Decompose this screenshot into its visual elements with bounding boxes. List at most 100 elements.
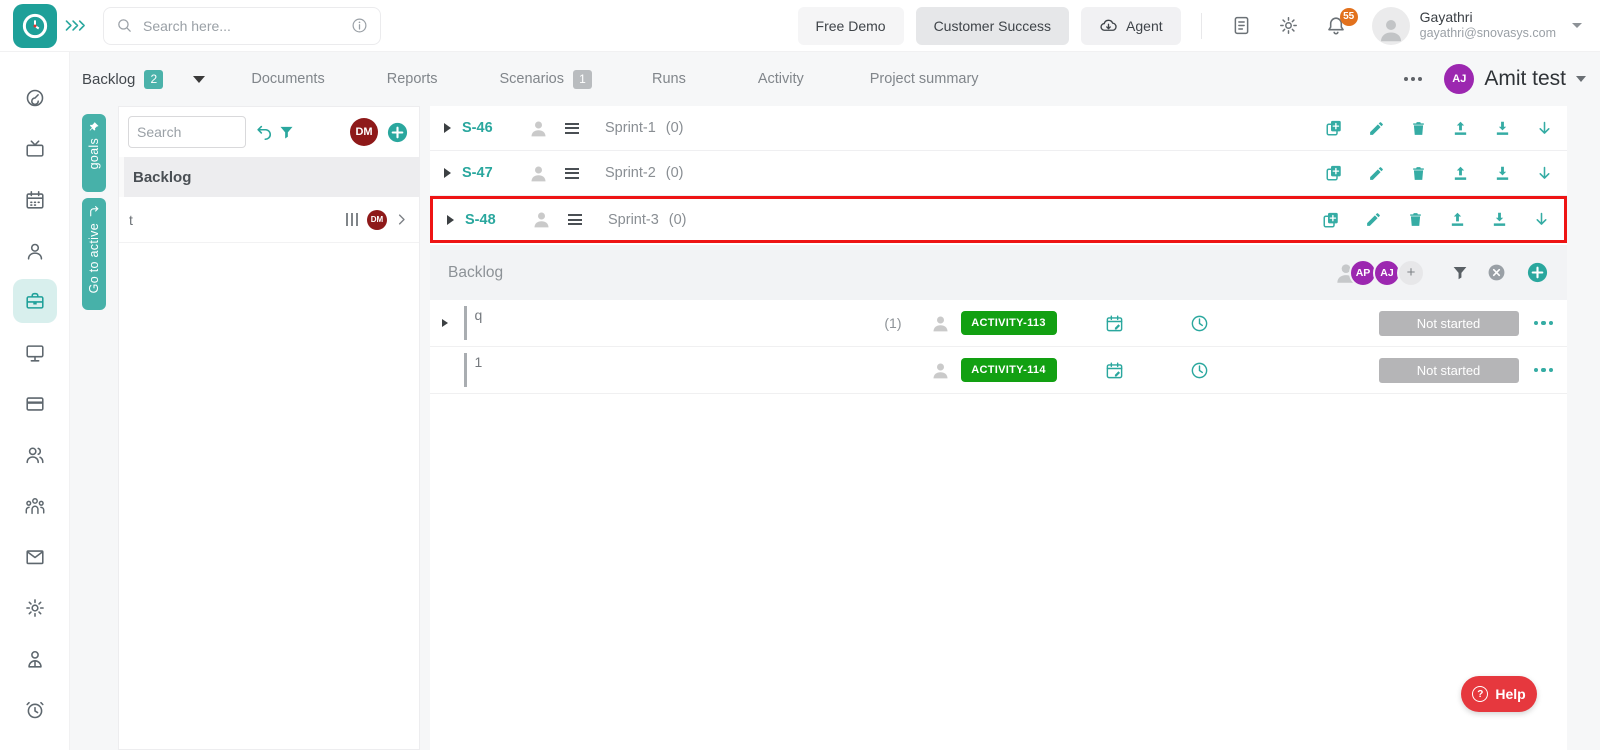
upload-icon[interactable]: [1452, 165, 1469, 182]
info-icon[interactable]: [351, 17, 368, 34]
project-name[interactable]: Amit test: [1484, 67, 1566, 91]
more-options-icon[interactable]: [1398, 71, 1428, 87]
sprint-row[interactable]: S-46 Sprint-1 (0): [430, 106, 1567, 151]
sprint-id[interactable]: S-48: [465, 212, 517, 228]
project-dropdown-caret-icon[interactable]: [1576, 76, 1586, 82]
agent-button[interactable]: Agent: [1081, 7, 1181, 45]
section-filter-funnel-icon[interactable]: [1451, 264, 1469, 282]
rail-mail-icon[interactable]: [13, 531, 57, 582]
drag-handle-icon[interactable]: [565, 123, 579, 134]
rail-card-icon[interactable]: [13, 378, 57, 429]
download-icon[interactable]: [1494, 120, 1511, 137]
tab-project-summary[interactable]: Project summary: [870, 71, 979, 87]
activity-row[interactable]: 1 ACTIVITY-114 Not started: [430, 347, 1567, 394]
add-activity-plus-icon[interactable]: [1526, 261, 1549, 284]
rail-dashboard-gauge-icon[interactable]: [13, 72, 57, 123]
time-clock-icon[interactable]: [1190, 314, 1209, 333]
expand-sprint-icon[interactable]: [444, 168, 451, 178]
document-icon[interactable]: [1231, 15, 1252, 36]
app-logo[interactable]: [13, 4, 57, 48]
backlog-list-item[interactable]: t DM: [119, 197, 419, 243]
clear-filter-icon[interactable]: [1487, 263, 1506, 282]
go-to-active-side-tab[interactable]: Go to active: [82, 198, 106, 310]
goals-side-tab[interactable]: goals: [82, 114, 106, 192]
move-down-arrow-icon[interactable]: [1536, 165, 1553, 182]
chevron-right-icon[interactable]: [394, 212, 409, 227]
backlog-dropdown-caret-icon[interactable]: [193, 76, 205, 83]
download-icon[interactable]: [1494, 165, 1511, 182]
settings-gear-icon[interactable]: [1278, 15, 1299, 36]
help-button[interactable]: ? Help: [1461, 676, 1537, 712]
tab-scenarios[interactable]: Scenarios 1: [500, 70, 592, 89]
expand-activity-icon[interactable]: [442, 319, 448, 327]
add-member-button[interactable]: +: [1397, 259, 1425, 287]
tab-backlog[interactable]: Backlog 2: [82, 70, 163, 89]
rail-projects-briefcase-icon[interactable]: [13, 279, 57, 323]
activity-title[interactable]: 1: [475, 354, 483, 370]
status-badge[interactable]: Not started: [1379, 358, 1519, 383]
owner-avatar[interactable]: DM: [350, 118, 378, 146]
project-avatar[interactable]: AJ: [1444, 64, 1474, 94]
rail-profile-icon[interactable]: [13, 633, 57, 684]
item-avatar[interactable]: DM: [367, 210, 387, 230]
filter-funnel-icon[interactable]: [278, 124, 295, 141]
drag-handle-icon[interactable]: [568, 214, 582, 225]
edit-pencil-icon[interactable]: [1368, 120, 1385, 137]
rail-alarm-icon[interactable]: [13, 684, 57, 735]
time-clock-icon[interactable]: [1190, 361, 1209, 380]
assignee-person-icon[interactable]: [531, 209, 552, 230]
tab-documents[interactable]: Documents: [251, 71, 324, 87]
assignee-person-icon[interactable]: [528, 163, 549, 184]
delete-trash-icon[interactable]: [1410, 165, 1427, 182]
edit-pencil-icon[interactable]: [1365, 211, 1382, 228]
duplicate-add-icon[interactable]: [1325, 119, 1343, 137]
upload-icon[interactable]: [1452, 120, 1469, 137]
rail-users-icon[interactable]: [13, 429, 57, 480]
panel-search-input[interactable]: [128, 116, 246, 148]
tab-activity[interactable]: Activity: [758, 71, 804, 87]
customer-success-button[interactable]: Customer Success: [916, 7, 1069, 45]
free-demo-button[interactable]: Free Demo: [798, 7, 904, 45]
delete-trash-icon[interactable]: [1407, 211, 1424, 228]
status-badge[interactable]: Not started: [1379, 311, 1519, 336]
kanban-columns-icon[interactable]: [346, 213, 359, 226]
schedule-calendar-icon[interactable]: [1105, 361, 1124, 380]
activity-id-badge[interactable]: ACTIVITY-114: [961, 358, 1057, 382]
rail-team-icon[interactable]: [13, 480, 57, 531]
expand-sprint-icon[interactable]: [447, 215, 454, 225]
duplicate-add-icon[interactable]: [1322, 211, 1340, 229]
activity-row[interactable]: q (1) ACTIVITY-113 Not started: [430, 300, 1567, 347]
rail-user-icon[interactable]: [13, 225, 57, 276]
edit-pencil-icon[interactable]: [1368, 165, 1385, 182]
rail-calendar-icon[interactable]: [13, 174, 57, 225]
delete-trash-icon[interactable]: [1410, 120, 1427, 137]
activity-id-badge[interactable]: ACTIVITY-113: [961, 311, 1057, 335]
row-menu-icon[interactable]: [1532, 363, 1556, 378]
move-down-arrow-icon[interactable]: [1536, 120, 1553, 137]
schedule-calendar-icon[interactable]: [1105, 314, 1124, 333]
duplicate-add-icon[interactable]: [1325, 164, 1343, 182]
assignee-person-icon[interactable]: [528, 118, 549, 139]
tab-reports[interactable]: Reports: [387, 71, 438, 87]
row-menu-icon[interactable]: [1532, 316, 1556, 331]
tab-runs[interactable]: Runs: [652, 71, 686, 87]
global-search[interactable]: [103, 7, 381, 45]
activity-title[interactable]: q: [475, 307, 483, 323]
user-menu-caret-icon[interactable]: [1572, 23, 1582, 28]
upload-icon[interactable]: [1449, 211, 1466, 228]
user-avatar[interactable]: [1372, 7, 1410, 45]
sprint-row-highlighted[interactable]: S-48 Sprint-3 (0): [433, 199, 1564, 240]
rail-tv-icon[interactable]: [13, 123, 57, 174]
rail-settings-gear-icon[interactable]: [13, 582, 57, 633]
add-item-plus-icon[interactable]: [386, 121, 409, 144]
assignee-person-icon[interactable]: [930, 313, 951, 334]
notifications-bell-icon[interactable]: 55: [1325, 15, 1347, 37]
expand-sprint-icon[interactable]: [444, 123, 451, 133]
sprint-id[interactable]: S-46: [462, 120, 514, 136]
drag-handle-icon[interactable]: [565, 168, 579, 179]
global-search-input[interactable]: [143, 18, 351, 34]
sprint-id[interactable]: S-47: [462, 165, 514, 181]
rail-monitor-icon[interactable]: [13, 327, 57, 378]
move-down-arrow-icon[interactable]: [1533, 211, 1550, 228]
assignee-person-icon[interactable]: [930, 360, 951, 381]
